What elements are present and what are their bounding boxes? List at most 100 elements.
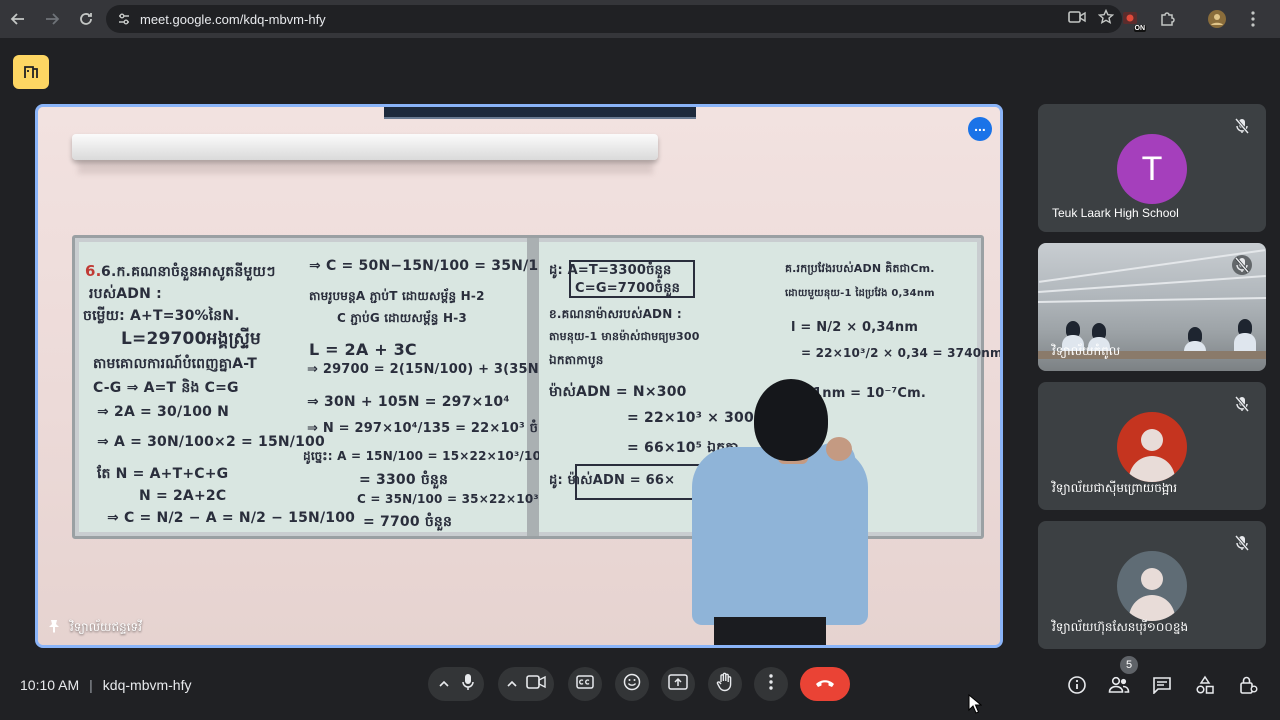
- camera-control[interactable]: [498, 667, 554, 701]
- emoji-icon[interactable]: [623, 673, 641, 696]
- mic-off-icon: [1232, 533, 1252, 553]
- roof-beam: [1038, 297, 1266, 303]
- raise-hand-button[interactable]: [708, 667, 742, 701]
- board-text: = 3300 ចំនួន: [359, 472, 449, 488]
- avatar: T: [1117, 134, 1187, 204]
- meeting-badge-icon[interactable]: [13, 55, 49, 89]
- meeting-time: 10:10 AM: [20, 677, 80, 693]
- participant-name: វិទ្យាល័យហ៊ុនសែនបុរី១០០ខ្នង: [1052, 620, 1189, 634]
- captions-button[interactable]: [568, 667, 602, 701]
- camera-icon[interactable]: [526, 674, 546, 694]
- board-text: C=G=7700ចំនួន: [575, 281, 681, 296]
- more-options-button[interactable]: [754, 667, 788, 701]
- fluorescent-lamp: [72, 134, 658, 160]
- browser-menu-icon[interactable]: [1240, 6, 1266, 32]
- person-icon: [1141, 429, 1163, 451]
- board-text: = 22×10³/2 × 0,34 = 3740nm.: [801, 346, 1003, 360]
- avatar-letter: T: [1141, 149, 1163, 188]
- pin-icon[interactable]: [46, 618, 62, 637]
- board-text: ដូ: ម៉ាស់ADN = 66×: [549, 473, 676, 488]
- mouse-cursor-icon: [968, 693, 983, 719]
- participant-tile[interactable]: វិទ្យាល័យហ៊ុនសែនបុរី១០០ខ្នង: [1038, 521, 1266, 649]
- more-vertical-icon[interactable]: [769, 673, 773, 695]
- question-number: 6.: [85, 262, 102, 280]
- board-text: N = 2A+2C: [139, 488, 227, 504]
- board-text: តាមរូបមន្តA ភ្ជាប់T ដោយសម្ព័ន្ធ H-2: [309, 289, 485, 303]
- back-icon[interactable]: [2, 3, 34, 35]
- profile-avatar-icon[interactable]: [1204, 6, 1230, 32]
- mic-off-icon: [1232, 255, 1252, 275]
- present-screen-icon[interactable]: [668, 673, 688, 695]
- chat-icon[interactable]: [1149, 672, 1175, 698]
- presenter-label: វិទ្យាល័យឥន្ទទេវី: [46, 618, 142, 637]
- meeting-details-icon[interactable]: [1064, 672, 1090, 698]
- people-icon[interactable]: [1106, 672, 1132, 698]
- avatar: [1117, 412, 1187, 482]
- meeting-code[interactable]: kdq-mbvm-hfy: [103, 677, 192, 693]
- captions-icon[interactable]: [576, 674, 594, 694]
- camera-in-use-icon[interactable]: [1068, 9, 1086, 30]
- presenter-name: វិទ្យាល័យឥន្ទទេវី: [70, 619, 142, 634]
- board-text: L=29700អង្គស្ទ្រីម: [121, 329, 262, 349]
- whiteboard-middle-column: ⇒ C = 50N−15N/100 = 35N/100 តាមរូបមន្តA …: [303, 248, 578, 530]
- board-text: ⇒ C = 50N−15N/100 = 35N/100: [309, 258, 559, 274]
- host-controls-icon[interactable]: [1235, 672, 1261, 698]
- leave-call-button[interactable]: [800, 667, 850, 701]
- board-text: 1nm = 10⁻⁷Cm.: [813, 386, 927, 401]
- board-text: ដូច្នេះ: A = 15N/100 = 15×22×10³/100: [303, 449, 550, 463]
- board-text: ដោយមួយនុយ-1 ដៃប្រវែង 0,34nm: [785, 288, 935, 299]
- activities-icon[interactable]: [1192, 672, 1218, 698]
- record-extension-icon[interactable]: ON: [1118, 6, 1146, 32]
- board-text: l = N/2 × 0,34nm: [791, 320, 919, 335]
- board-text: ⇒ N = 297×10⁴/135 = 22×10³ ចំនួន: [307, 421, 555, 436]
- board-text: គ.រកប្រវែងរបស់ADN គិតជាCm.: [785, 262, 935, 275]
- board-text: C ភ្ជាប់G ដោយសម្ព័ន្ធ H-3: [337, 311, 467, 325]
- participant-tile[interactable]: T Teuk Laark High School: [1038, 104, 1266, 232]
- projector-screen: [384, 107, 696, 119]
- site-info-icon[interactable]: [110, 11, 138, 27]
- microphone-control[interactable]: [428, 667, 484, 701]
- meeting-controls-bar: 10:10 AM | kdq-mbvm-hfy 5: [0, 656, 1280, 720]
- participant-tile[interactable]: វិទ្យាល័យកំពូល: [1038, 243, 1266, 371]
- extensions-puzzle-icon[interactable]: [1154, 6, 1180, 32]
- people-count-badge: 5: [1120, 656, 1138, 674]
- board-text: C-G ⇒ A=T និង C=G: [93, 380, 239, 396]
- board-text: ⇒ 2A = 30/100 N: [97, 404, 230, 420]
- board-text: 6.ក.គណនាចំនួនអាសូតនីមួយៗ: [101, 264, 276, 280]
- end-call-icon[interactable]: [814, 675, 836, 693]
- teacher-hand: [826, 437, 852, 461]
- lamp-shadow: [78, 160, 653, 174]
- more-options-icon[interactable]: ...: [968, 117, 992, 141]
- emoji-reaction-button[interactable]: [615, 667, 649, 701]
- main-video-tile[interactable]: 6. 6.ក.គណនាចំនួនអាសូតនីមួយៗ របស់ADN : ចម…: [35, 104, 1003, 648]
- board-text: ចម្លើយ: A+T=30%នៃN.: [83, 308, 240, 324]
- forward-icon[interactable]: [36, 3, 68, 35]
- present-screen-button[interactable]: [661, 667, 695, 701]
- board-text: ដូ: A=T=3300ចំនួន: [549, 263, 672, 278]
- separator: |: [89, 677, 93, 693]
- board-text: ឯកតាកាបូន: [549, 353, 604, 367]
- url-text[interactable]: meet.google.com/kdq-mbvm-hfy: [140, 12, 326, 27]
- teacher-head: [754, 379, 828, 461]
- extension-on-badge: ON: [1133, 25, 1146, 32]
- bookmark-star-icon[interactable]: [1097, 8, 1115, 30]
- board-text: C = 35N/100 = 35×22×10³/100: [357, 492, 570, 506]
- chevron-up-icon[interactable]: [438, 675, 450, 693]
- board-text: តែ N = A+T+C+G: [97, 466, 229, 482]
- address-bar[interactable]: meet.google.com/kdq-mbvm-hfy: [106, 5, 1122, 33]
- participant-tile[interactable]: វិទ្យាល័យជាស៊ីមព្រោយចង្អារ: [1038, 382, 1266, 510]
- person-icon: [1129, 456, 1175, 482]
- chevron-up-icon[interactable]: [506, 675, 518, 693]
- teacher-pants: [714, 617, 826, 645]
- reload-icon[interactable]: [70, 3, 102, 35]
- participant-name: វិទ្យាល័យកំពូល: [1052, 344, 1121, 358]
- hand-icon[interactable]: [716, 672, 734, 697]
- microphone-icon[interactable]: [461, 673, 475, 696]
- board-text: របស់ADN :: [89, 286, 162, 302]
- student: [1234, 333, 1256, 351]
- board-text: ម៉ាស់ADN = N×300: [549, 384, 687, 400]
- board-text: ⇒ 29700 = 2(15N/100) + 3(35N/100): [307, 362, 578, 377]
- person-icon: [1141, 568, 1163, 590]
- participant-name: Teuk Laark High School: [1052, 206, 1179, 220]
- board-text: តាមនុយ-1 មានម៉ាស់ជាមធ្យម300: [549, 330, 700, 343]
